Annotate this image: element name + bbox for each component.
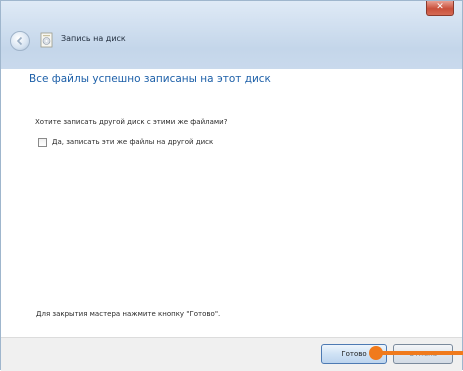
back-button[interactable] bbox=[10, 31, 30, 51]
close-button[interactable]: ✕ bbox=[426, 1, 454, 16]
annotation-pointer-line bbox=[378, 351, 463, 355]
title-bar: ✕ Запись на диск bbox=[1, 1, 462, 69]
finish-instruction-text: Для закрытия мастера нажмите кнопку "Гот… bbox=[36, 310, 221, 318]
burn-another-disc-label[interactable]: Да, записать эти же файлы на другой диск bbox=[52, 138, 213, 146]
wizard-content bbox=[10, 69, 453, 337]
annotation-pointer-dot bbox=[369, 346, 383, 360]
burn-another-disc-checkbox[interactable] bbox=[38, 138, 47, 147]
back-arrow-icon bbox=[16, 36, 23, 46]
burn-disc-wizard-window: ✕ Запись на диск Все файлы успешно запис… bbox=[0, 0, 463, 371]
success-heading: Все файлы успешно записаны на этот диск bbox=[29, 73, 271, 85]
window-title: Запись на диск bbox=[61, 34, 126, 43]
disc-burner-icon bbox=[40, 32, 53, 48]
question-text: Хотите записать другой диск с этими же ф… bbox=[35, 118, 228, 126]
close-icon: ✕ bbox=[436, 2, 444, 12]
